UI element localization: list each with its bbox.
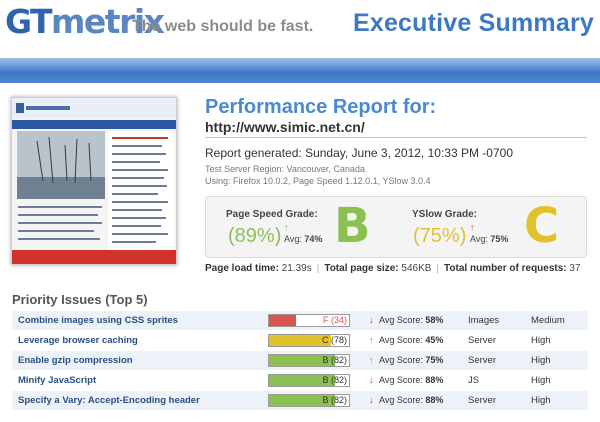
issue-avg-score: ↓ Avg Score: 88% (369, 391, 443, 410)
yslow-avg-value: 75% (490, 234, 509, 244)
issue-row[interactable]: Minify JavaScript B (82) ↓ Avg Score: 88… (12, 371, 588, 390)
thumbnail-news-list (108, 131, 174, 251)
page-header: GTmetrix The web should be fast. Executi… (0, 0, 600, 56)
site-screenshot-thumbnail (11, 97, 177, 265)
issue-name[interactable]: Minify JavaScript (18, 371, 96, 390)
issue-row[interactable]: Enable gzip compression B (82) ↑ Avg Sco… (12, 351, 588, 370)
grades-panel: Page Speed Grade: (89%) ↑ Avg: 74% B YSl… (205, 196, 587, 258)
page-size-label: Total page size: (324, 263, 399, 274)
avg-score-value: 58% (425, 315, 444, 325)
yslow-avg: Avg: 75% (470, 234, 508, 244)
load-time-label: Page load time: (205, 263, 279, 274)
issue-type: Server (468, 355, 496, 366)
issue-type: JS (468, 375, 480, 386)
priority-issues-title: Priority Issues (Top 5) (12, 292, 148, 307)
avg-score-value: 88% (425, 395, 444, 405)
issue-priority: High (531, 395, 551, 406)
trend-arrow-icon: ↑ (369, 355, 374, 365)
trend-arrow-icon: ↑ (369, 335, 374, 345)
pagespeed-percent: (89%) (228, 225, 282, 247)
report-generated: Report generated: Sunday, June 3, 2012, … (205, 146, 513, 160)
avg-score-value: 75% (425, 355, 444, 365)
pagespeed-grade-label: Page Speed Grade: (226, 209, 318, 220)
issue-row[interactable]: Specify a Vary: Accept-Encoding header B… (12, 391, 588, 410)
avg-score-value: 88% (425, 375, 444, 385)
grade-text: B (82) (322, 375, 347, 385)
issue-grade-bar: C (78) (268, 334, 350, 347)
performance-report-title: Performance Report for: (205, 96, 437, 118)
thumbnail-nav (12, 120, 176, 129)
trend-arrow-icon: ↓ (369, 375, 374, 385)
tagline: The web should be fast. (132, 18, 314, 35)
issue-avg-score: ↓ Avg Score: 58% (369, 311, 443, 330)
avg-score-label: Avg Score: (379, 395, 423, 405)
avg-score-label: Avg Score: (379, 355, 423, 365)
issue-grade-bar: B (82) (268, 394, 350, 407)
issue-priority: Medium (531, 315, 565, 326)
issue-priority: High (531, 375, 551, 386)
thumbnail-footer-banner (12, 250, 176, 264)
requests-value: 37 (569, 263, 581, 274)
issue-grade-bar: B (82) (268, 354, 350, 367)
header-bar (0, 58, 600, 83)
yslow-trend-icon: ↑ (470, 223, 474, 232)
logo-gt: GT (5, 2, 53, 41)
grade-text: F (34) (322, 315, 347, 325)
issue-type: Server (468, 335, 496, 346)
issue-type: Images (468, 315, 500, 326)
trend-arrow-icon: ↓ (369, 395, 374, 405)
issue-avg-score: ↓ Avg Score: 88% (369, 371, 443, 390)
load-time-value: 21.39s (281, 263, 312, 274)
avg-score-label: Avg Score: (379, 375, 423, 385)
issue-avg-score: ↑ Avg Score: 75% (369, 351, 443, 370)
issue-row[interactable]: Combine images using CSS sprites F (34) … (12, 311, 588, 330)
pagespeed-avg: Avg: 74% (284, 234, 322, 244)
yslow-avg-label: Avg: (470, 234, 488, 244)
trend-arrow-icon: ↓ (369, 315, 374, 325)
stats-separator: | (316, 263, 320, 274)
issue-priority: High (531, 335, 551, 346)
issue-type: Server (468, 395, 496, 406)
issue-name[interactable]: Enable gzip compression (18, 351, 133, 370)
pagespeed-trend-up-icon: ↑ (284, 223, 288, 232)
issue-grade-bar: B (82) (268, 374, 350, 387)
grade-text: B (82) (322, 355, 347, 365)
grade-text: C (78) (321, 335, 347, 345)
page-title: Executive Summary (352, 9, 594, 37)
test-server-region: Test Server Region: Vancouver, Canada (205, 164, 365, 174)
yslow-grade-letter: C (524, 198, 560, 254)
test-tools: Using: Firefox 10.0.2, Page Speed 1.12.0… (205, 176, 431, 186)
yslow-percent: (75%) (413, 225, 467, 247)
avg-score-label: Avg Score: (379, 315, 423, 325)
grade-bar-fill (269, 315, 297, 326)
issue-name[interactable]: Leverage browser caching (18, 331, 138, 350)
avg-score-label: Avg Score: (379, 335, 423, 345)
pagespeed-grade-letter: B (334, 198, 371, 254)
page-stats: Page load time: 21.39s | Total page size: … (205, 263, 581, 274)
pagespeed-avg-value: 74% (304, 234, 323, 244)
issue-name[interactable]: Specify a Vary: Accept-Encoding header (18, 391, 200, 410)
report-url[interactable]: http://www.simic.net.cn/ (205, 119, 365, 135)
divider (205, 137, 587, 138)
issue-grade-bar: F (34) (268, 314, 350, 327)
issue-priority: High (531, 355, 551, 366)
issue-name[interactable]: Combine images using CSS sprites (18, 311, 178, 330)
yslow-grade-label: YSlow Grade: (412, 209, 478, 220)
thumbnail-banner-image (17, 131, 105, 199)
stats-separator: | (436, 263, 440, 274)
requests-label: Total number of requests: (444, 263, 567, 274)
avg-score-value: 45% (425, 335, 444, 345)
thumbnail-logo-icon (16, 103, 70, 113)
page-size-value: 546KB (401, 263, 432, 274)
grade-text: B (82) (322, 395, 347, 405)
issue-avg-score: ↑ Avg Score: 45% (369, 331, 443, 350)
issue-row[interactable]: Leverage browser caching C (78) ↑ Avg Sc… (12, 331, 588, 350)
pagespeed-avg-label: Avg: (284, 234, 302, 244)
